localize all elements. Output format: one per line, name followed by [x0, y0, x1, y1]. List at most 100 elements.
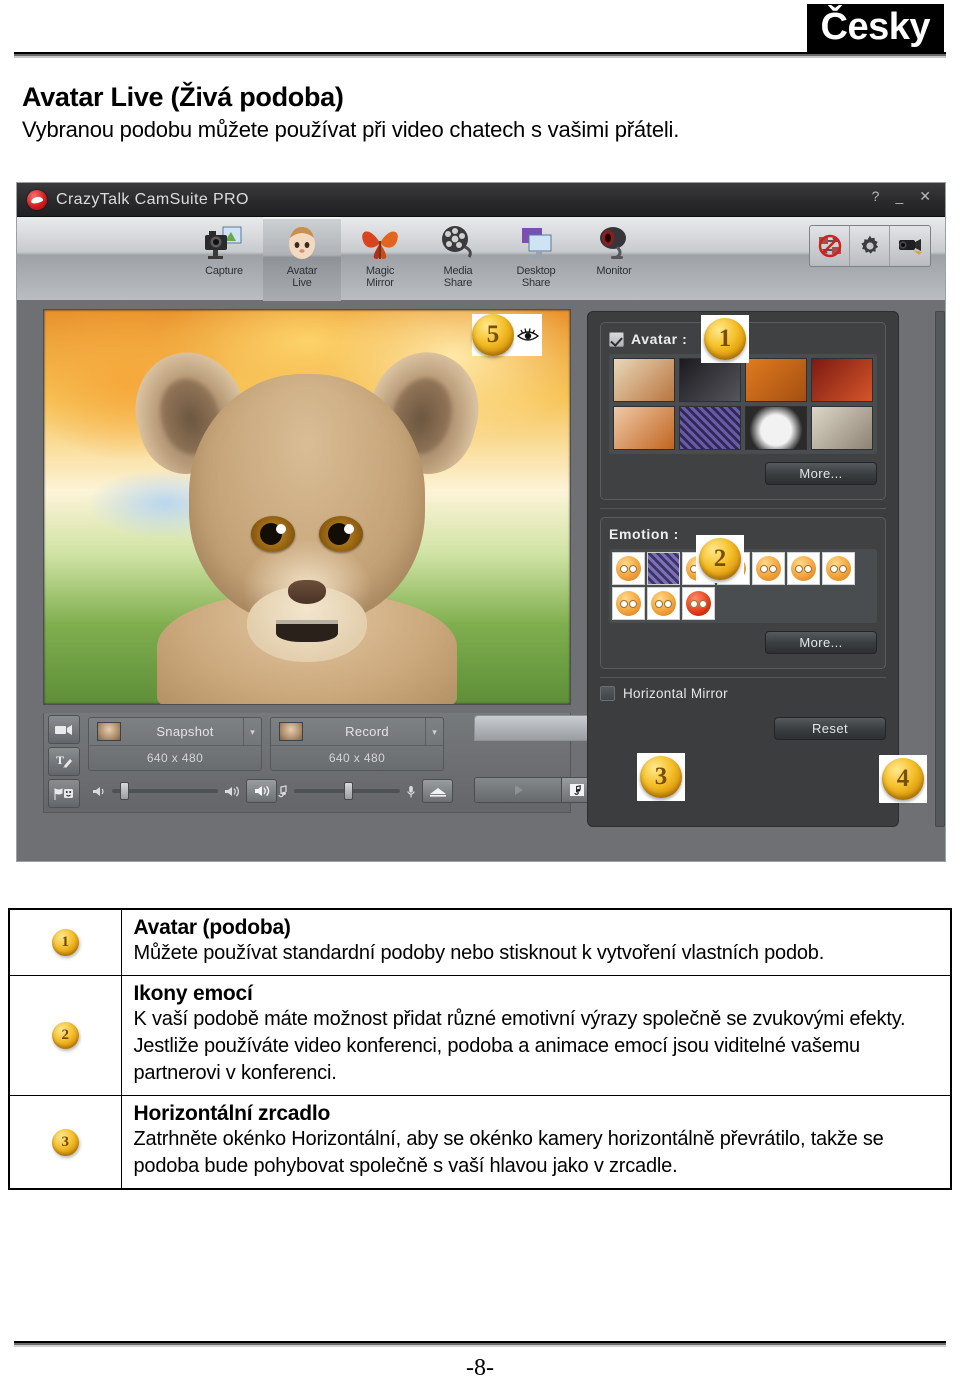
panel-divider-2: [600, 677, 886, 678]
snapshot-label[interactable]: Snapshot: [127, 724, 243, 739]
callout-coin-4: 4: [882, 758, 924, 800]
snapshot-dropdown-caret[interactable]: ▾: [243, 717, 261, 746]
webcam-icon: [591, 223, 637, 263]
microphone-volume-control: [274, 775, 453, 807]
avatar-thumb-ogre[interactable]: [745, 358, 807, 402]
film-reel-icon: [435, 223, 481, 263]
header-rule: [14, 52, 946, 59]
callout-badge-3: 3: [637, 753, 685, 801]
side-tool-strip: T: [48, 715, 80, 808]
module-avatar-live[interactable]: Avatar Live: [263, 217, 341, 301]
row-title: Horizontální zrcadlo: [133, 1102, 331, 1125]
module-media-share-label: Media Share: [443, 265, 473, 289]
disable-share-icon[interactable]: [810, 226, 850, 266]
module-monitor-label: Monitor: [596, 265, 632, 277]
lion-eye-right: [319, 516, 363, 552]
play-button[interactable]: [475, 778, 561, 802]
emotion-laugh[interactable]: [647, 587, 680, 620]
emotion-whistle[interactable]: [752, 552, 785, 585]
callout-badge-2: 2: [696, 535, 744, 583]
voice-changer-icon[interactable]: [422, 779, 453, 803]
emotion-angry-wink[interactable]: [612, 552, 645, 585]
microphone-volume-slider[interactable]: [294, 782, 400, 800]
gear-icon[interactable]: [850, 226, 890, 266]
document-page: Česky Avatar Live (Živá podoba) Vybranou…: [0, 0, 960, 1399]
minimize-button[interactable]: _: [895, 189, 903, 203]
sticker-tool-icon[interactable]: [48, 779, 80, 808]
callout-badge-5: 5: [472, 314, 542, 356]
play-icon: [515, 785, 523, 795]
help-button[interactable]: ?: [872, 189, 880, 203]
row-number-cell: 3: [8, 1095, 122, 1190]
avatar-more-button[interactable]: More...: [765, 462, 877, 485]
record-group: Record ▾ 640 x 480: [270, 717, 444, 771]
microphone-icon: [407, 785, 415, 797]
panel-scrollbar[interactable]: [935, 311, 945, 827]
avatar-thumb-pirate[interactable]: [811, 358, 873, 402]
video-preview[interactable]: 5: [43, 309, 571, 705]
avatar-enable-checkbox[interactable]: [609, 331, 624, 347]
lion-mouth: [276, 620, 338, 642]
eye-icon[interactable]: [514, 321, 542, 349]
speaker-low-icon: [93, 786, 104, 796]
speaker-high-icon: [225, 785, 239, 797]
emotion-more-button[interactable]: More...: [765, 631, 877, 654]
emotion-happy[interactable]: [612, 587, 645, 620]
module-media-share[interactable]: Media Share: [419, 217, 497, 301]
avatar-thumb-panda[interactable]: [745, 406, 807, 450]
record-dropdown-caret[interactable]: ▾: [425, 717, 443, 746]
avatar-thumb-dark-skull[interactable]: [679, 358, 741, 402]
app-titlebar: CrazyTalk CamSuite PRO ? _ ✕: [17, 183, 945, 217]
app-tools-right: [809, 225, 931, 267]
emotion-masked[interactable]: [647, 552, 680, 585]
module-capture[interactable]: Capture: [185, 217, 263, 301]
preview-area: 5 T Snapshot ▾ 640 x 480 Record ▾ 640 x …: [17, 301, 598, 861]
app-body: 5 T Snapshot ▾ 640 x 480 Record ▾ 640 x …: [17, 301, 945, 861]
row-body: Můžete používat standardní podoby nebo s…: [133, 942, 825, 964]
page-number: -8-: [466, 1355, 494, 1381]
snapshot-resolution: 640 x 480: [146, 751, 204, 765]
row-coin-3: 3: [51, 1128, 79, 1156]
avatar-thumb-boy-puppet[interactable]: [613, 358, 675, 402]
video-clip-icon[interactable]: [48, 715, 80, 744]
close-button[interactable]: ✕: [919, 189, 931, 203]
emotion-crying[interactable]: [822, 552, 855, 585]
microphone-slider-thumb[interactable]: [344, 782, 353, 800]
emotion-mad[interactable]: [787, 552, 820, 585]
row-coin-2: 2: [51, 1022, 79, 1049]
record-label[interactable]: Record: [309, 724, 425, 739]
horizontal-mirror-row: Horizontal Mirror: [600, 686, 886, 701]
avatar-thumb-purple-noise[interactable]: [679, 406, 741, 450]
capture-toolbar: T Snapshot ▾ 640 x 480 Record ▾ 640 x 48…: [43, 713, 598, 813]
page-subtitle: Vybranou podobu můžete používat při vide…: [22, 117, 680, 142]
row-body: Zatrhněte okénko Horizontální, aby se ok…: [133, 1128, 884, 1177]
row-coin-1: 1: [51, 929, 79, 956]
avatar-group-label: Avatar :: [631, 331, 688, 347]
row-body: K vaší podobě máte možnost přidat různé …: [133, 1008, 906, 1084]
module-monitor[interactable]: Monitor: [575, 217, 653, 301]
camera-setup-icon[interactable]: [890, 226, 930, 266]
avatar-thumb-doll-girl[interactable]: [613, 406, 675, 450]
avatar-thumb-stone-statue[interactable]: [811, 406, 873, 450]
emotion-devil[interactable]: [682, 587, 715, 620]
reset-button[interactable]: Reset: [774, 717, 886, 740]
module-magic-mirror[interactable]: Magic Mirror: [341, 217, 419, 301]
camera-photo-icon: [201, 223, 247, 263]
lion-cub-avatar: [121, 326, 493, 704]
text-tool-icon[interactable]: T: [48, 747, 80, 776]
speaker-button-icon[interactable]: [246, 779, 277, 803]
speaker-volume-slider[interactable]: [112, 782, 218, 800]
baby-face-icon: [279, 223, 325, 263]
callout-coin-5: 5: [472, 314, 514, 356]
media-player-controls: [474, 777, 592, 803]
svg-text:T: T: [56, 753, 64, 767]
language-badge: Česky: [806, 4, 944, 54]
callout-coin-1: 1: [704, 318, 746, 360]
module-desktop-share[interactable]: Desktop Share: [497, 217, 575, 301]
app-window-screenshot: CrazyTalk CamSuite PRO ? _ ✕ Capture Ava…: [16, 182, 946, 862]
table-row: 1 Avatar (podoba) Můžete používat standa…: [8, 908, 952, 976]
module-toolbar: Capture Avatar Live Magic Mirror Media S…: [17, 217, 945, 301]
row-number-cell: 1: [8, 908, 122, 976]
speaker-slider-thumb[interactable]: [120, 782, 129, 800]
horizontal-mirror-checkbox[interactable]: [600, 686, 615, 701]
